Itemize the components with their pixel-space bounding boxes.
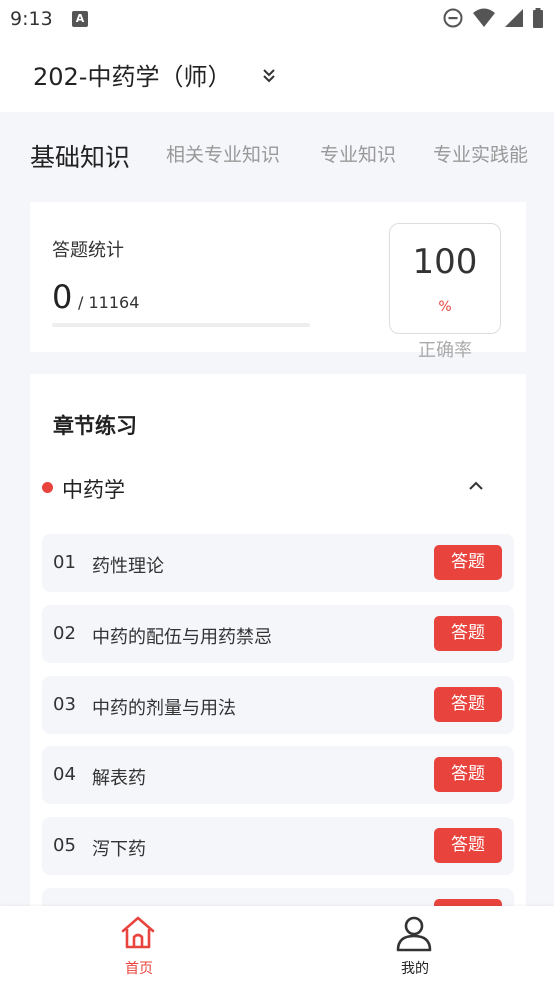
tab-professional-knowledge[interactable]: 专业知识	[320, 140, 396, 167]
chapter-name: 药性理论	[92, 556, 164, 577]
nav-profile-label: 我的	[401, 961, 429, 977]
accuracy-box: 100 %	[389, 223, 501, 334]
chevron-up-icon[interactable]	[468, 478, 484, 494]
subject-tabs: 基础知识 相关专业知识 专业知识 专业实践能	[0, 112, 554, 202]
battery-icon	[533, 8, 543, 28]
stats-label: 答题统计	[52, 240, 124, 261]
tab-related-knowledge[interactable]: 相关专业知识	[166, 140, 280, 167]
progress-bar	[52, 323, 310, 327]
answer-button[interactable]: 答题	[434, 616, 502, 651]
chapter-number: 05	[53, 835, 76, 856]
nav-home-label: 首页	[125, 961, 153, 977]
chapter-name: 中药的配伍与用药禁忌	[92, 627, 272, 648]
signal-icon	[505, 9, 523, 27]
subject-name[interactable]: 中药学	[62, 474, 125, 504]
status-bar: 9:13 A	[0, 0, 554, 40]
status-time: 9:13	[10, 8, 53, 30]
wifi-icon	[473, 8, 495, 27]
chapter-item[interactable]: 02 中药的配伍与用药禁忌 答题	[42, 605, 514, 663]
user-icon	[396, 916, 432, 952]
answer-button[interactable]: 答题	[434, 687, 502, 722]
chapter-name: 泻下药	[92, 839, 146, 860]
chapter-name: 中药的剂量与用法	[92, 698, 236, 719]
subject-dot	[42, 482, 53, 493]
chapter-item[interactable]: 03 中药的剂量与用法 答题	[42, 676, 514, 734]
tab-basic-knowledge[interactable]: 基础知识	[30, 138, 130, 174]
home-icon	[121, 916, 155, 949]
stats-card: 答题统计 0 / 11164 100 % 正确率	[30, 202, 526, 361]
total-count: / 11164	[78, 293, 140, 312]
chapter-item[interactable]: 01 药性理论 答题	[42, 534, 514, 592]
answer-button[interactable]: 答题	[434, 545, 502, 580]
do-not-disturb-icon	[443, 8, 463, 28]
chapter-practice-card: 章节练习 中药学 01 药性理论 答题 02 中药的配伍与用药禁忌 答题 03 …	[30, 374, 526, 914]
chapter-title: 章节练习	[53, 414, 137, 438]
answered-count: 0	[52, 278, 73, 316]
accuracy-unit: %	[438, 299, 452, 315]
accuracy-value: 100	[412, 242, 478, 282]
header: 202-中药学（师）	[0, 40, 554, 112]
chapter-number: 01	[53, 552, 76, 573]
nav-profile[interactable]: 我的	[355, 906, 475, 984]
chapter-name: 解表药	[92, 768, 146, 789]
chapter-number: 03	[53, 694, 76, 715]
accuracy-label: 正确率	[418, 340, 472, 361]
bottom-nav: 首页 我的	[0, 906, 554, 984]
answer-button[interactable]: 答题	[434, 828, 502, 863]
answer-button[interactable]: 答题	[434, 757, 502, 792]
chapter-number: 02	[53, 623, 76, 644]
tab-professional-practice[interactable]: 专业实践能	[433, 140, 528, 167]
chapter-number: 04	[53, 764, 76, 785]
nav-home[interactable]: 首页	[79, 906, 199, 984]
chapter-item[interactable]: 04 解表药 答题	[42, 746, 514, 804]
notification-icon: A	[72, 11, 88, 27]
exam-title[interactable]: 202-中药学（师）	[33, 57, 231, 92]
chapter-item[interactable]: 05 泻下药 答题	[42, 817, 514, 875]
status-icons	[442, 7, 544, 29]
double-chevron-down-icon[interactable]	[260, 66, 278, 84]
